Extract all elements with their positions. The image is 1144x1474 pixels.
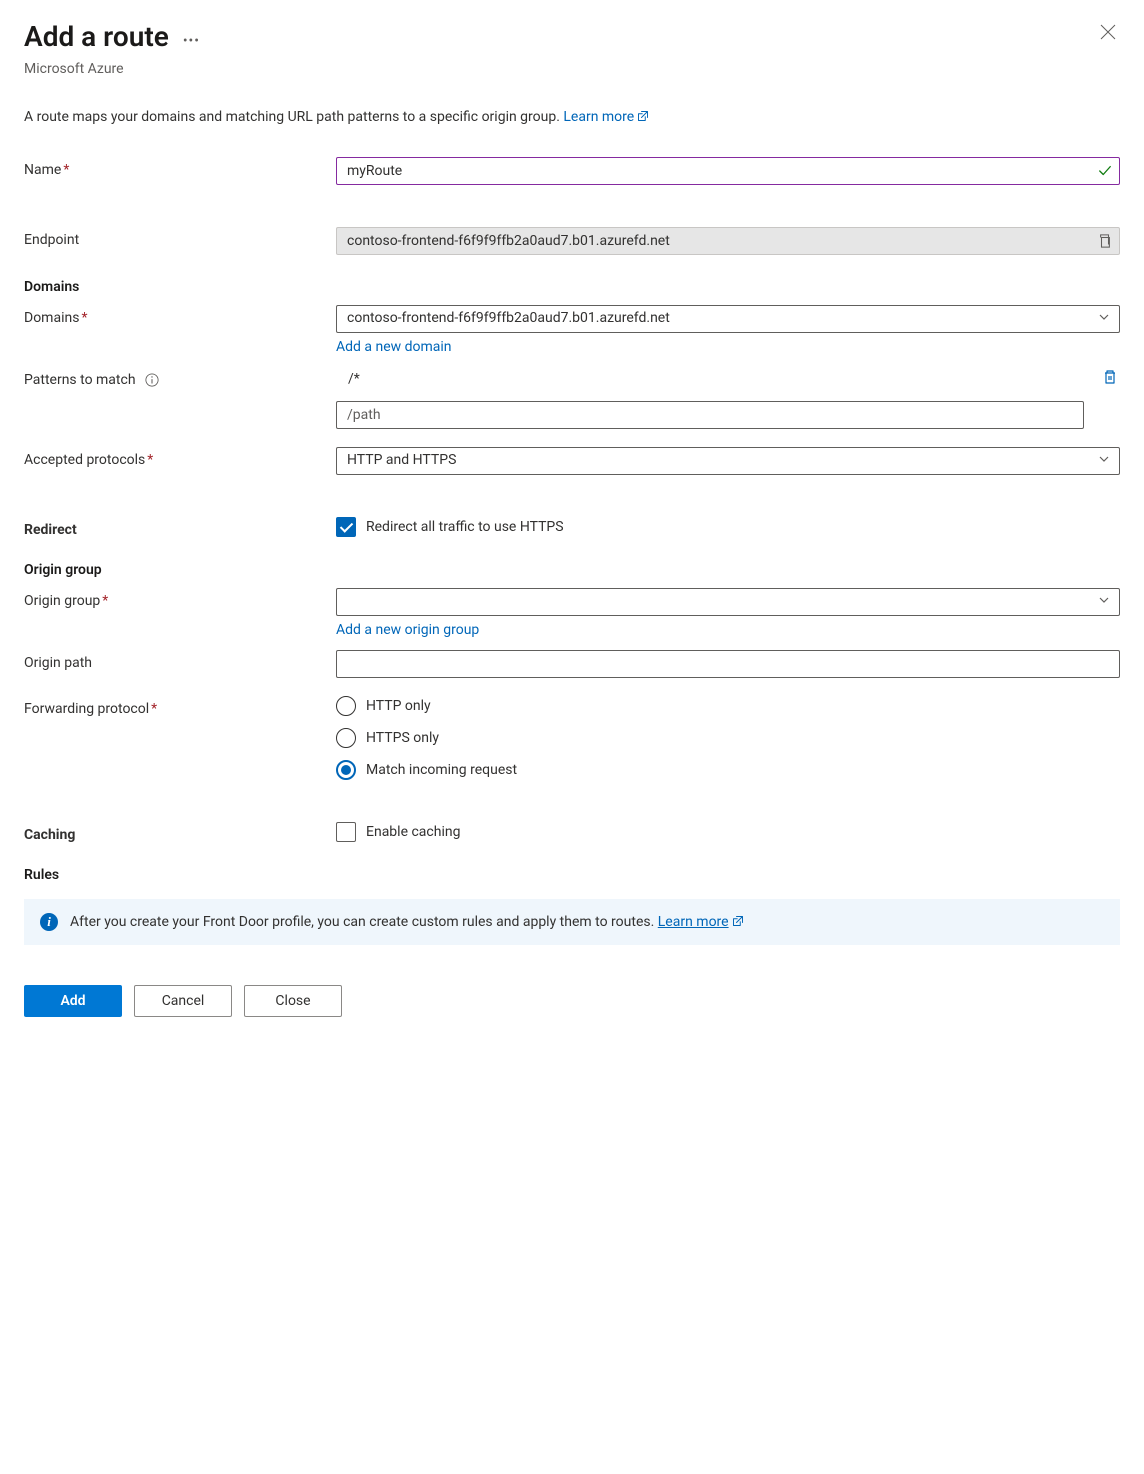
enable-caching-checkbox[interactable] xyxy=(336,822,356,842)
rules-info-banner: i After you create your Front Door profi… xyxy=(24,899,1120,945)
domains-section-header: Domains xyxy=(24,279,1120,295)
add-origin-group-link[interactable]: Add a new origin group xyxy=(336,622,479,638)
forwarding-radio-http[interactable]: HTTP only xyxy=(336,696,1120,716)
patterns-label: Patterns to match xyxy=(24,372,136,388)
endpoint-input xyxy=(336,227,1120,255)
pattern-value: /* xyxy=(336,371,1092,387)
redirect-label: Redirect xyxy=(24,522,77,538)
forwarding-radio-https[interactable]: HTTPS only xyxy=(336,728,1120,748)
close-icon[interactable] xyxy=(1096,20,1120,48)
accepted-protocols-label: Accepted protocols xyxy=(24,452,145,468)
description-text: A route maps your domains and matching U… xyxy=(24,109,1120,125)
name-input[interactable] xyxy=(336,157,1120,185)
required-indicator: * xyxy=(151,701,157,717)
more-options-icon[interactable]: ••• xyxy=(183,25,200,49)
required-indicator: * xyxy=(147,452,153,468)
rules-learn-more-link[interactable]: Learn more xyxy=(658,914,744,930)
redirect-checkbox-label: Redirect all traffic to use HTTPS xyxy=(366,519,564,535)
domains-select[interactable]: contoso-frontend-f6f9f9ffb2a0aud7.b01.az… xyxy=(336,305,1120,333)
delete-icon[interactable] xyxy=(1100,367,1120,391)
accepted-protocols-select[interactable]: HTTP and HTTPS xyxy=(336,447,1120,475)
radio-icon xyxy=(336,728,356,748)
name-label: Name xyxy=(24,162,61,178)
radio-icon xyxy=(336,760,356,780)
add-domain-link[interactable]: Add a new domain xyxy=(336,339,452,355)
origin-group-section-header: Origin group xyxy=(24,562,1120,578)
page-title: Add a route xyxy=(24,20,169,53)
pattern-input[interactable] xyxy=(336,401,1084,429)
cancel-button[interactable]: Cancel xyxy=(134,985,232,1017)
origin-path-input[interactable] xyxy=(336,650,1120,678)
origin-path-label: Origin path xyxy=(24,655,92,671)
required-indicator: * xyxy=(81,310,87,326)
radio-label: HTTPS only xyxy=(366,730,439,746)
page-subtitle: Microsoft Azure xyxy=(24,61,1120,77)
copy-icon[interactable] xyxy=(1098,234,1112,248)
origin-group-select[interactable] xyxy=(336,588,1120,616)
learn-more-link[interactable]: Learn more xyxy=(563,109,649,125)
domains-label: Domains xyxy=(24,310,79,326)
forwarding-radio-match[interactable]: Match incoming request xyxy=(336,760,1120,780)
close-button[interactable]: Close xyxy=(244,985,342,1017)
endpoint-label: Endpoint xyxy=(24,232,79,248)
redirect-checkbox[interactable] xyxy=(336,517,356,537)
add-button[interactable]: Add xyxy=(24,985,122,1017)
radio-label: Match incoming request xyxy=(366,762,517,778)
forwarding-protocol-label: Forwarding protocol xyxy=(24,701,149,717)
info-icon[interactable] xyxy=(145,373,159,387)
required-indicator: * xyxy=(63,162,69,178)
radio-label: HTTP only xyxy=(366,698,431,714)
radio-icon xyxy=(336,696,356,716)
description-body: A route maps your domains and matching U… xyxy=(24,109,563,125)
origin-group-label: Origin group xyxy=(24,593,100,609)
banner-text: After you create your Front Door profile… xyxy=(70,914,658,930)
caching-label: Caching xyxy=(24,827,75,843)
info-icon: i xyxy=(40,913,58,931)
check-icon xyxy=(1098,164,1112,178)
rules-section-header: Rules xyxy=(24,867,1120,883)
caching-checkbox-label: Enable caching xyxy=(366,824,460,840)
required-indicator: * xyxy=(102,593,108,609)
